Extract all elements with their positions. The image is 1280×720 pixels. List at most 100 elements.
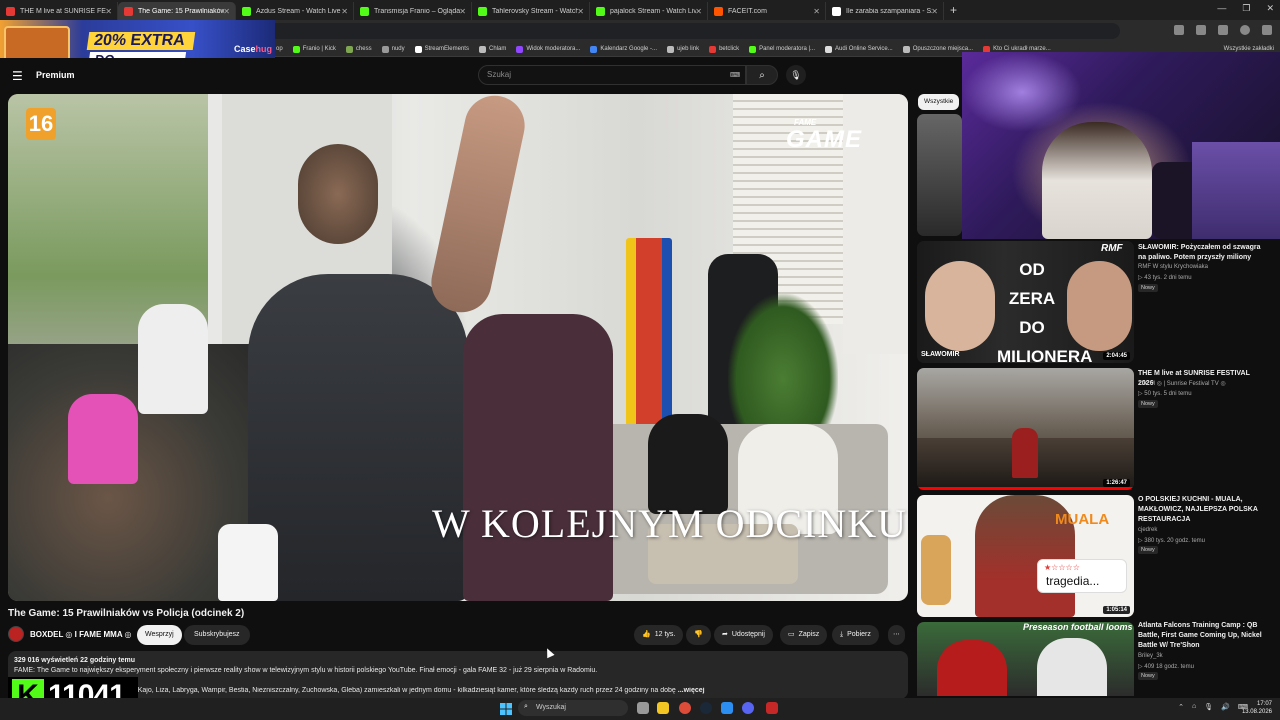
bookmark[interactable]: ujeb link (667, 45, 699, 53)
folder-icon (381, 45, 389, 53)
youtube-premium-logo[interactable]: Premium (36, 70, 75, 80)
chevron-up-icon[interactable]: ⌃ (1178, 703, 1184, 711)
microphone-icon[interactable]: 🎙 (1204, 703, 1213, 711)
download-button[interactable]: ⤓ Pobierz (832, 625, 879, 645)
close-tab-icon[interactable]: ✕ (577, 7, 584, 16)
person-maroon-shirt (463, 314, 613, 601)
volume-icon[interactable]: 🔊 (1221, 703, 1230, 711)
close-tab-icon[interactable]: ✕ (341, 7, 348, 16)
browser-tab-active[interactable]: The Game: 15 Prawilniaków ✕ (118, 2, 236, 20)
man-head (298, 144, 378, 244)
maximize-icon[interactable]: ❐ (1242, 3, 1250, 14)
bookmark[interactable]: StreamElements (414, 45, 469, 53)
channel-name[interactable]: BOXDEL ◎ I FAME MMA ◎ (30, 630, 132, 639)
sidebar-video-title[interactable]: O POLSKIEJ KUCHNI - MUALA, MAKŁOWICZ, NA… (1138, 495, 1266, 525)
browser-tab[interactable]: FACEIT.com ✕ (708, 2, 826, 20)
download-icon: ⤓ (840, 631, 844, 638)
bookmark[interactable]: betclick (709, 45, 739, 53)
sidebar-video-meta: ▷ 380 tys. 20 godz. temu (1138, 538, 1205, 544)
taskbar-app-icon[interactable] (721, 702, 733, 714)
sidebar-channel-name[interactable]: Briley_3k (1138, 653, 1163, 659)
sidebar-video-title[interactable]: Atlanta Falcons Training Camp : QB Battl… (1138, 621, 1266, 651)
bookmark[interactable]: op (276, 46, 283, 52)
bookmark-star-icon[interactable] (1196, 25, 1206, 35)
sidebar-channel-name[interactable]: The M ◎ | Sunrise Festival TV ◎ (1138, 380, 1226, 387)
taskbar-clock[interactable]: 17:07 13.08.2026 (1242, 700, 1272, 716)
search-button[interactable]: ⌕ (746, 65, 778, 85)
video-thumbnail[interactable]: OD ZERA DO MILIONERA SŁAWOMIR RMF 2:04:4… (917, 241, 1134, 363)
sidebar-channel-name[interactable]: cjedrek (1138, 527, 1157, 533)
sidebar-channel-name[interactable]: RMF W stylu Krychowiaka (1138, 264, 1208, 270)
tab-favicon (596, 6, 605, 16)
video-duration: 2:04:45 (1103, 352, 1130, 360)
bookmark[interactable]: Kalendarz Google -... (590, 45, 657, 53)
subscribed-button[interactable]: Subskrybujesz (184, 625, 250, 645)
more-actions-button[interactable]: ⋯ (888, 625, 905, 645)
close-tab-icon[interactable]: ✕ (223, 7, 230, 16)
save-button[interactable]: ▭ Zapisz (780, 625, 828, 645)
bookmark-favicon (516, 45, 524, 53)
browser-tab[interactable]: THE M live at SUNRISE FESTIVAL✕ (0, 2, 118, 20)
bookmark[interactable]: Widok moderatora... (516, 45, 580, 53)
share-button[interactable]: ➦ Udostępnij (714, 625, 773, 645)
dislike-button[interactable]: 👎 (686, 625, 711, 645)
star-rating-icon: ★☆☆☆☆ (1044, 563, 1080, 572)
new-tab-button[interactable]: + (950, 3, 957, 17)
fame-game-watermark: FAME GAME (786, 118, 862, 153)
like-button[interactable]: 👍 12 tys. (634, 625, 684, 645)
system-tray: ⌃ ⌂ 🎙 🔊 ⌨ (1178, 703, 1248, 711)
save-playlist-icon: ▭ (788, 631, 795, 638)
channel-avatar[interactable] (8, 626, 24, 642)
browser-tab[interactable]: Transmisja Franio – Oglądaj na✕ (354, 2, 472, 20)
search-input[interactable]: Szukaj (478, 65, 746, 85)
video-thumbnail[interactable]: Preseason football looms (917, 622, 1134, 696)
show-more-link[interactable]: ...więcej (678, 687, 705, 694)
sidebar-video-title[interactable]: SŁAWOMIR: Pożyczałem od szwagra na paliw… (1138, 243, 1266, 263)
close-tab-icon[interactable]: ✕ (695, 7, 702, 16)
search-icon: ⌕ (524, 703, 528, 710)
support-button[interactable]: Wesprzyj (137, 625, 182, 645)
steam-icon[interactable] (700, 702, 712, 714)
network-icon[interactable]: ⌂ (1192, 703, 1196, 711)
voice-search-button[interactable]: 🎙 (786, 65, 806, 85)
streamer-webcam-overlay (962, 52, 1280, 239)
discord-icon[interactable] (742, 702, 754, 714)
close-tab-icon[interactable]: ✕ (813, 7, 820, 16)
browser-tab[interactable]: Ile zarabia szampaniara - Szuk✕ (826, 2, 944, 20)
profile-avatar-icon[interactable] (1240, 25, 1250, 35)
sidebar-video-meta: ▷ 50 tys. 5 dni temu (1138, 391, 1192, 397)
browser-tab[interactable]: Tahlerovsky Stream - Watch Liv✕ (472, 2, 590, 20)
close-tab-icon[interactable]: ✕ (931, 7, 938, 16)
menu-icon[interactable] (1262, 25, 1272, 35)
bookmark[interactable]: Chlam (478, 45, 506, 53)
bookmark[interactable]: Franio | Kick (292, 45, 336, 53)
extension-icon[interactable] (1218, 25, 1228, 35)
keyboard-icon[interactable]: ⌨ (730, 71, 740, 79)
browser-tab[interactable]: Azdus Stream - Watch Live on K✕ (236, 2, 354, 20)
bookmark[interactable]: chess (345, 45, 372, 53)
bookmark[interactable]: Panel moderatora |... (749, 45, 815, 53)
video-thumbnail[interactable]: MUALA ★☆☆☆☆ tragedia... 1:05:14 (917, 495, 1134, 617)
partial-video-thumbnail[interactable] (917, 114, 962, 236)
bookmark-folder[interactable]: nudy (381, 45, 405, 53)
minimize-icon[interactable]: — (1217, 3, 1226, 14)
extension-icon[interactable] (1174, 25, 1184, 35)
shield-icon[interactable] (766, 702, 778, 714)
task-view-icon[interactable] (637, 702, 649, 714)
taskbar-search-input[interactable]: Wyszukaj (518, 700, 628, 716)
bookmark[interactable]: Audi Online Service... (825, 45, 893, 53)
promo-brand: Casehug (234, 44, 273, 54)
webcam-person (1042, 122, 1152, 239)
close-tab-icon[interactable]: ✕ (105, 7, 112, 16)
windows-start-icon[interactable] (500, 703, 512, 715)
video-player[interactable]: 16 FAME GAME W KOLEJNYM ODCINKU (8, 94, 908, 601)
video-thumbnail[interactable]: 1:26:47 (917, 368, 1134, 490)
file-explorer-icon[interactable] (657, 702, 669, 714)
chrome-icon[interactable] (679, 702, 691, 714)
close-window-icon[interactable]: ✕ (1266, 3, 1274, 14)
close-tab-icon[interactable]: ✕ (459, 7, 466, 16)
filter-chip-all[interactable]: Wszystkie (918, 94, 960, 110)
browser-tab[interactable]: pajalock Stream - Watch Live o✕ (590, 2, 708, 20)
age-rating-badge: 16 (26, 108, 56, 140)
hamburger-menu-icon[interactable]: ☰ (12, 69, 23, 83)
